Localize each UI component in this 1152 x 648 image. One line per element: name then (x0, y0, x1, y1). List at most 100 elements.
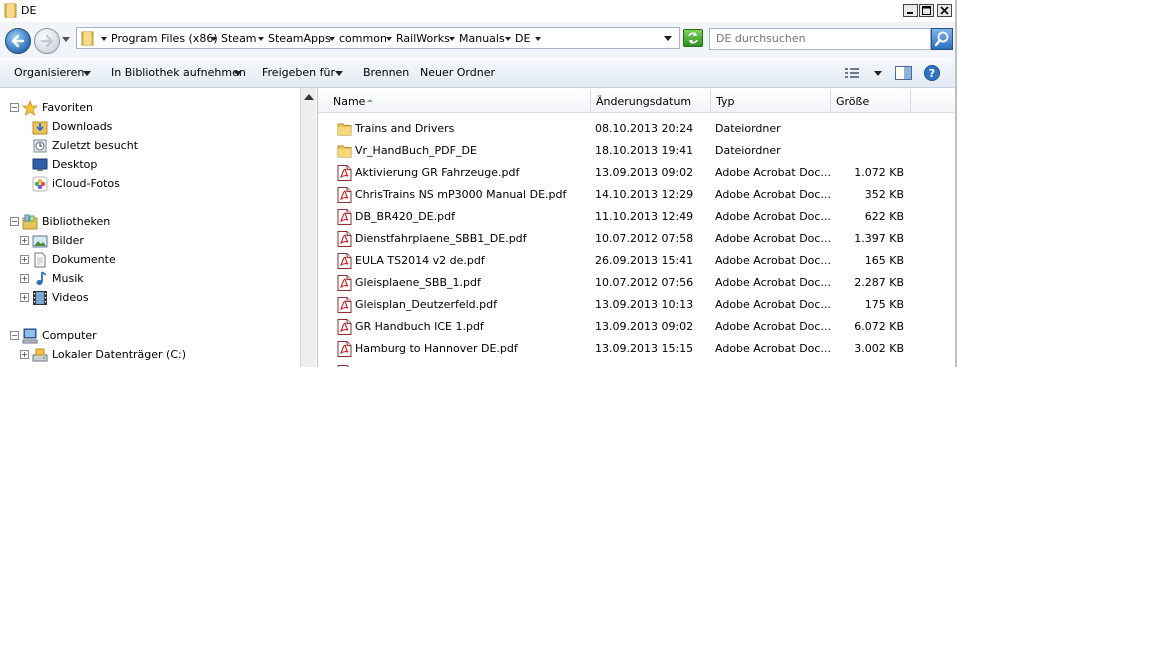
expand-icon[interactable]: + (20, 255, 29, 264)
nav-item-local-disk[interactable]: + Lokaler Datenträger (C:) (0, 345, 298, 364)
nav-item-label: iCloud-Fotos (52, 177, 120, 190)
nav-favorites[interactable]: − Favoriten (0, 98, 298, 117)
view-dropdown-icon[interactable] (874, 71, 882, 76)
preview-pane-icon[interactable] (895, 66, 912, 80)
address-dropdown-icon[interactable] (664, 36, 672, 41)
file-size: 6.072 KB (854, 320, 904, 333)
breadcrumb-separator-icon[interactable] (535, 37, 541, 41)
collapse-icon[interactable]: − (10, 217, 19, 226)
share-button[interactable]: Freigeben für (262, 66, 335, 79)
pdf-file-icon (337, 231, 352, 247)
maximize-icon (922, 6, 931, 15)
close-button[interactable] (937, 4, 952, 17)
breadcrumb-separator-icon[interactable] (449, 37, 455, 41)
file-date: 13.09.2013 09:02 (595, 166, 694, 179)
nav-item-desktop[interactable]: Desktop (0, 155, 298, 174)
breadcrumb-separator-icon[interactable] (386, 37, 392, 41)
collapse-icon[interactable]: − (10, 331, 19, 340)
table-row[interactable]: Gleisplan_Deutzerfeld.pdf 13.09.2013 10:1… (318, 294, 956, 316)
expand-icon[interactable]: + (20, 236, 29, 245)
organize-button[interactable]: Organisieren (14, 66, 84, 79)
table-row[interactable]: Trains and Drivers 08.10.2013 20:24 Dateio… (318, 118, 956, 140)
folder-icon (337, 123, 352, 136)
file-list: Name Änderungsdatum Typ Größe Trains and… (317, 88, 956, 367)
search-button[interactable] (931, 28, 953, 50)
breadcrumb-common[interactable]: common (339, 32, 387, 45)
nav-computer[interactable]: − Computer (0, 326, 298, 345)
icloud-photos-icon (32, 176, 48, 192)
table-row[interactable]: DB_BR420_DE.pdf 11.10.2013 12:49 Adobe Acr… (318, 206, 956, 228)
nav-item-pictures[interactable]: + Bilder (0, 231, 298, 250)
address-bar[interactable]: Program Files (x86) Steam SteamApps comm… (76, 27, 680, 49)
table-row[interactable]: GR Handbuch ICE 1.pdf 13.09.2013 09:02 Ado… (318, 316, 956, 338)
search-input[interactable] (716, 32, 921, 45)
nav-libraries-label: Bibliotheken (42, 215, 111, 228)
burn-button[interactable]: Brennen (363, 66, 409, 79)
folder-icon (4, 3, 17, 18)
column-header-date[interactable]: Änderungsdatum (591, 90, 711, 112)
history-dropdown-icon[interactable] (62, 37, 70, 43)
breadcrumb-program-files[interactable]: Program Files (x86) (111, 32, 218, 45)
refresh-button[interactable] (683, 29, 703, 47)
breadcrumb-railworks[interactable]: RailWorks (396, 32, 450, 45)
documents-icon (34, 252, 46, 268)
table-row[interactable]: EULA TS2014 v2 de.pdf 26.09.2013 15:41 Ado… (318, 250, 956, 272)
search-box[interactable] (709, 28, 931, 50)
file-size: 352 KB (864, 188, 904, 201)
maximize-button[interactable] (919, 4, 934, 17)
expand-icon[interactable]: + (20, 350, 29, 359)
breadcrumb-separator-icon[interactable] (211, 37, 217, 41)
include-in-library-button[interactable]: In Bibliothek aufnehmen (111, 66, 246, 79)
help-icon[interactable]: ? (924, 65, 940, 81)
folder-icon (81, 31, 94, 46)
table-row[interactable]: Aktivierung GR Fahrzeuge.pdf 13.09.2013 0… (318, 162, 956, 184)
nav-libraries[interactable]: − Bibliotheken (0, 212, 298, 231)
minimize-button[interactable] (903, 4, 918, 17)
nav-item-label: Bilder (52, 234, 84, 247)
view-options-icon[interactable] (845, 67, 861, 79)
minimize-icon (907, 12, 913, 14)
breadcrumb-separator-icon[interactable] (329, 37, 335, 41)
nav-item-documents[interactable]: + Dokumente (0, 250, 298, 269)
nav-item-recent-places[interactable]: Zuletzt besucht (0, 136, 298, 155)
film-strip-icon (33, 291, 47, 305)
nav-item-icloud-photos[interactable]: iCloud-Fotos (0, 174, 298, 193)
breadcrumb-separator-icon[interactable] (258, 37, 264, 41)
expand-icon[interactable]: + (20, 274, 29, 283)
breadcrumb-manuals[interactable]: Manuals (459, 32, 505, 45)
recent-places-icon (33, 139, 47, 153)
breadcrumb-de[interactable]: DE (515, 32, 530, 45)
chevron-down-icon (234, 71, 242, 76)
table-row[interactable]: ChrisTrains NS mP3000 Manual DE.pdf 14.10… (318, 184, 956, 206)
nav-item-music[interactable]: + Musik (0, 269, 298, 288)
file-date: 13.09.2013 09:02 (595, 320, 694, 333)
table-row[interactable] (318, 362, 956, 367)
breadcrumb-separator-icon[interactable] (505, 37, 511, 41)
table-row[interactable]: Gleisplaene_SBB_1.pdf 10.07.2012 07:56 Ado… (318, 272, 956, 294)
expand-icon[interactable]: + (20, 293, 29, 302)
navigation-scrollbar[interactable] (300, 88, 316, 367)
nav-item-videos[interactable]: + Videos (0, 288, 298, 307)
breadcrumb-steamapps[interactable]: SteamApps (268, 32, 331, 45)
nav-item-label: Dokumente (52, 253, 116, 266)
column-header-type[interactable]: Typ (711, 90, 831, 112)
collapse-icon[interactable]: − (10, 103, 19, 112)
file-name: DB_BR420_DE.pdf (355, 210, 455, 223)
pdf-file-icon (337, 297, 352, 313)
chevron-down-icon (335, 71, 343, 76)
table-row[interactable]: Vr_HandBuch_PDF_DE 18.10.2013 19:41 Dateio… (318, 140, 956, 162)
new-folder-button[interactable]: Neuer Ordner (420, 66, 495, 79)
forward-arrow-icon (40, 34, 54, 48)
forward-button[interactable] (34, 28, 60, 54)
column-header-size[interactable]: Größe (831, 90, 911, 112)
back-button[interactable] (5, 28, 31, 54)
column-header-name[interactable]: Name (318, 90, 591, 112)
breadcrumb-separator-icon[interactable] (101, 37, 107, 41)
table-row[interactable]: Dienstfahrplaene_SBB1_DE.pdf 10.07.2012 0… (318, 228, 956, 250)
breadcrumb-steam[interactable]: Steam (221, 32, 257, 45)
scroll-up-icon[interactable] (304, 94, 314, 100)
command-bar: Organisieren In Bibliothek aufnehmen Fre… (0, 59, 957, 88)
table-row[interactable]: Hamburg to Hannover DE.pdf 13.09.2013 15:… (318, 338, 956, 360)
nav-item-downloads[interactable]: Downloads (0, 117, 298, 136)
file-name: Gleisplaene_SBB_1.pdf (355, 276, 481, 289)
